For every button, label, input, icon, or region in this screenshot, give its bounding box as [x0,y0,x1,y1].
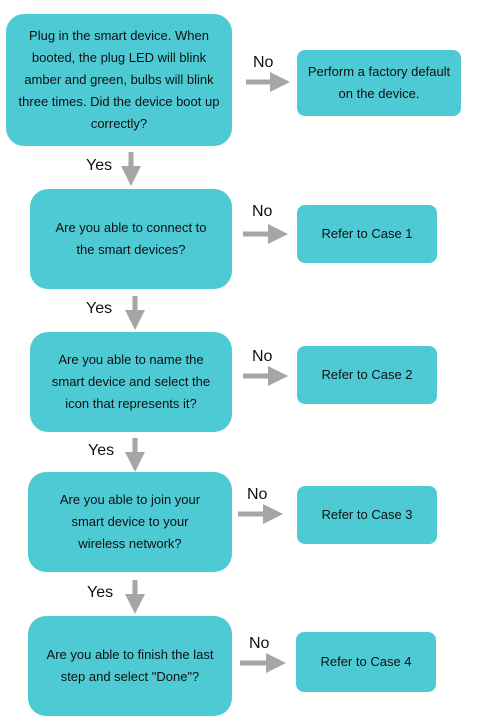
outcome-text-case-2: Refer to Case 2 [321,367,413,382]
question-text-name: Are you able to name the smart device an… [51,352,211,411]
outcome-text-case-1: Refer to Case 1 [321,226,413,241]
yes-label-3: Yes [88,442,115,459]
outcome-text-case-4: Refer to Case 4 [320,654,412,669]
yes-label-1: Yes [86,157,113,174]
question-text-connect: Are you able to connect to the smart dev… [55,220,207,257]
outcome-box-case-3: Refer to Case 3 [297,486,437,544]
question-box-join: Are you able to join your smart device t… [28,472,232,572]
question-text-boot: Plug in the smart device. When booted, t… [18,28,220,131]
question-box-name: Are you able to name the smart device an… [30,332,232,432]
question-text-join: Are you able to join your smart device t… [59,492,201,551]
no-label-2: No [252,203,273,220]
no-label-5: No [249,635,270,652]
outcome-box-case-4: Refer to Case 4 [296,632,436,692]
no-label-3: No [252,348,273,365]
yes-label-2: Yes [86,300,113,317]
question-box-boot: Plug in the smart device. When booted, t… [6,14,232,146]
outcome-box-case-2: Refer to Case 2 [297,346,437,404]
outcome-text-case-3: Refer to Case 3 [321,507,413,522]
question-box-done: Are you able to finish the last step and… [28,616,232,716]
no-label-1: No [253,54,274,71]
no-label-4: No [247,486,268,503]
outcome-box-factory-default: Perform a factory default on the device. [297,50,461,116]
outcome-text-factory-default: Perform a factory default on the device. [307,64,451,101]
question-text-done: Are you able to finish the last step and… [46,647,214,684]
outcome-box-case-1: Refer to Case 1 [297,205,437,263]
yes-label-4: Yes [87,584,114,601]
question-box-connect: Are you able to connect to the smart dev… [30,189,232,289]
